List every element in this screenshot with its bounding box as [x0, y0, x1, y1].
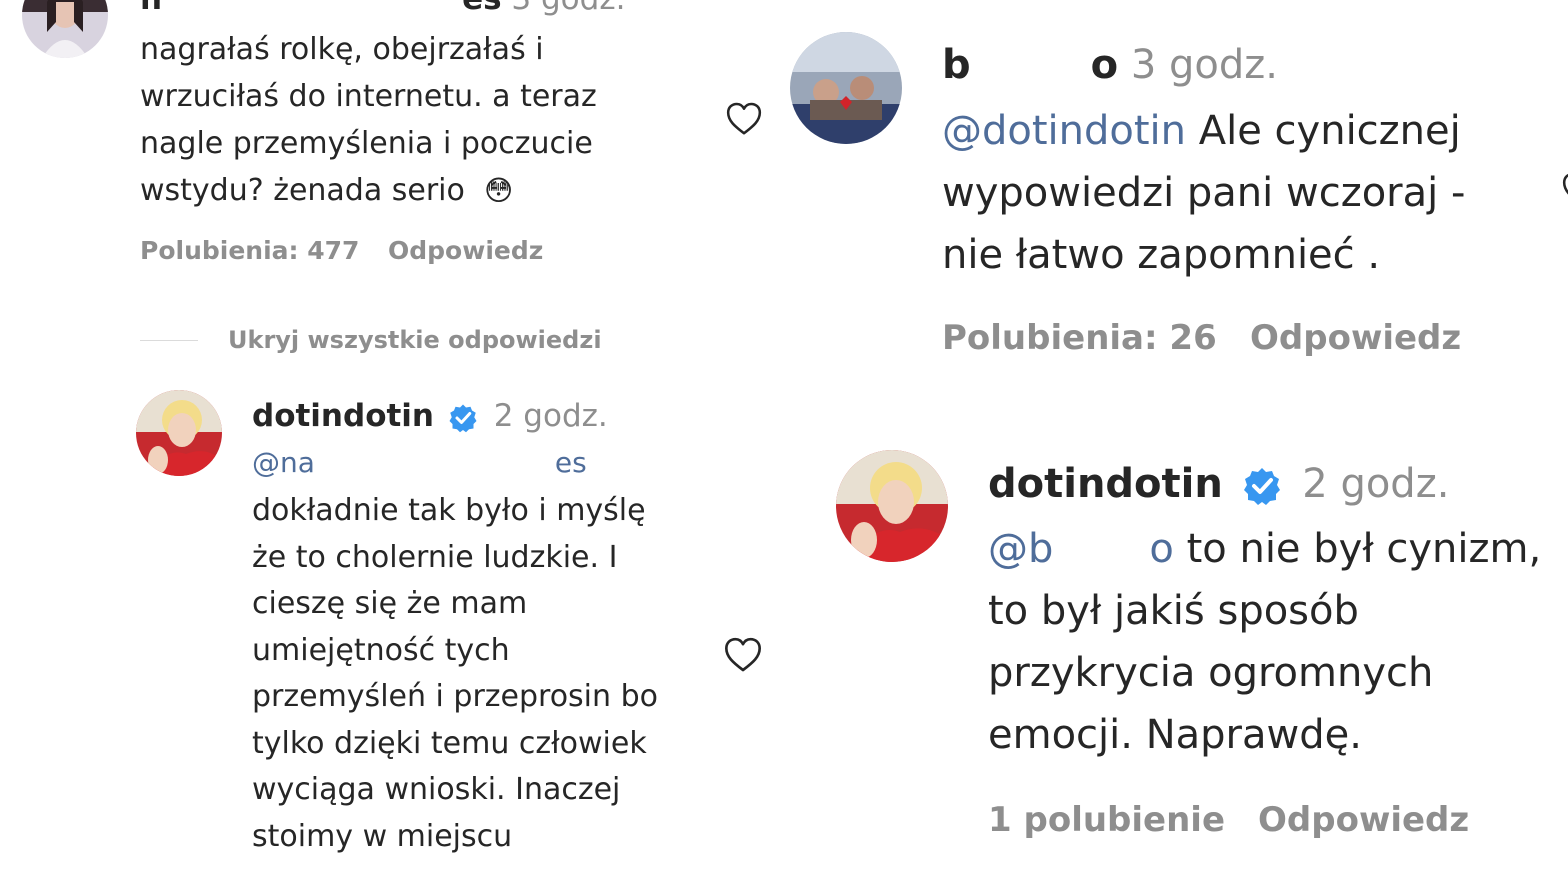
- comment-username-start[interactable]: b: [942, 42, 971, 88]
- hide-replies-button[interactable]: Ukryj wszystkie odpowiedzi: [228, 326, 602, 354]
- reply-line: cieszę się że mam: [252, 586, 528, 621]
- reply-line: umiejętność tych: [252, 632, 510, 668]
- reply-header: dotindotin 2 godz.: [252, 396, 608, 436]
- dotindotin-avatar[interactable]: [836, 450, 948, 562]
- commenter-avatar[interactable]: [790, 32, 902, 144]
- reply-username[interactable]: dotindotin: [988, 461, 1223, 507]
- comment-header: b o 3 godz.: [942, 42, 1278, 88]
- reply-line: że to cholernie ludzkie. I: [252, 539, 618, 575]
- comment-likes-count[interactable]: Polubienia: 26: [942, 318, 1217, 358]
- comment-time: 3 godz.: [511, 0, 625, 17]
- like-heart-icon[interactable]: [1560, 170, 1568, 208]
- comment-body: nagrałaś rolkę, obejrzałaś i wrzuciłaś d…: [140, 26, 597, 214]
- comment-username-start[interactable]: n: [140, 0, 162, 17]
- reply-line: wyciąga wnioski. Inaczej: [252, 772, 621, 807]
- comment-line: wrzuciłaś do internetu. a teraz: [140, 79, 597, 114]
- reply-line: przykrycia ogromnych: [988, 650, 1434, 696]
- comment-line: nie łatwo zapomnieć .: [942, 232, 1381, 278]
- mention-link[interactable]: @dotindotin: [942, 108, 1186, 154]
- comment-line: nagle przemyślenia i poczucie: [140, 126, 593, 161]
- reply-likes-count[interactable]: 1 polubienie: [988, 800, 1225, 840]
- comment-body: @dotindotin Ale cynicznej wypowiedzi pan…: [942, 100, 1465, 286]
- comment-time: 3 godz.: [1130, 42, 1278, 88]
- reply-button[interactable]: Odpowiedz: [388, 236, 543, 265]
- reply-line: przemyśleń i przeprosin bo: [252, 679, 658, 714]
- reply-line: tylko dzięki temu człowiek: [252, 725, 647, 761]
- commenter-avatar[interactable]: [22, 0, 108, 58]
- reply-time: 2 godz.: [1302, 461, 1450, 507]
- comment-header: n es 3 godz.: [140, 0, 625, 16]
- reply-time: 2 godz.: [493, 398, 608, 434]
- comment-username-end[interactable]: o: [1091, 42, 1118, 88]
- reply-line: emocji. Naprawdę.: [988, 712, 1362, 758]
- reply-button[interactable]: Odpowiedz: [1250, 318, 1461, 358]
- reply-username[interactable]: dotindotin: [252, 398, 434, 434]
- like-heart-icon[interactable]: [722, 635, 764, 675]
- comment-likes-count[interactable]: Polubienia: 477: [140, 236, 359, 265]
- comment-line: nagrałaś rolkę, obejrzałaś i: [140, 32, 544, 67]
- comment-line: wstydu? żenada serio 😳: [140, 173, 514, 208]
- reply-line: @b o to nie był cynizm,: [988, 526, 1542, 572]
- reply-line: dokładnie tak było i myślę: [252, 493, 646, 528]
- verified-badge-icon: [448, 403, 478, 433]
- reply-button[interactable]: Odpowiedz: [1258, 800, 1469, 840]
- reply-mention[interactable]: @na es: [252, 446, 587, 480]
- flushed-face-emoji: 😳: [483, 174, 514, 207]
- comment-line: @dotindotin Ale cynicznej: [942, 108, 1461, 154]
- reply-body: dokładnie tak było i myślę że to cholern…: [252, 488, 658, 860]
- mention-link[interactable]: @b o: [988, 526, 1174, 572]
- reply-header: dotindotin 2 godz.: [988, 460, 1449, 508]
- comment-username-end[interactable]: es: [462, 0, 501, 17]
- reply-line: to był jakiś sposób: [988, 588, 1359, 634]
- reply-line: stoimy w miejscu: [252, 818, 513, 854]
- replies-divider: [140, 340, 198, 341]
- reply-body: @b o to nie był cynizm, to był jakiś spos…: [988, 518, 1541, 766]
- like-heart-icon[interactable]: [724, 100, 764, 138]
- comment-line: wypowiedzi pani wczoraj -: [942, 170, 1466, 216]
- dotindotin-avatar[interactable]: [136, 390, 222, 476]
- verified-badge-icon: [1242, 466, 1282, 506]
